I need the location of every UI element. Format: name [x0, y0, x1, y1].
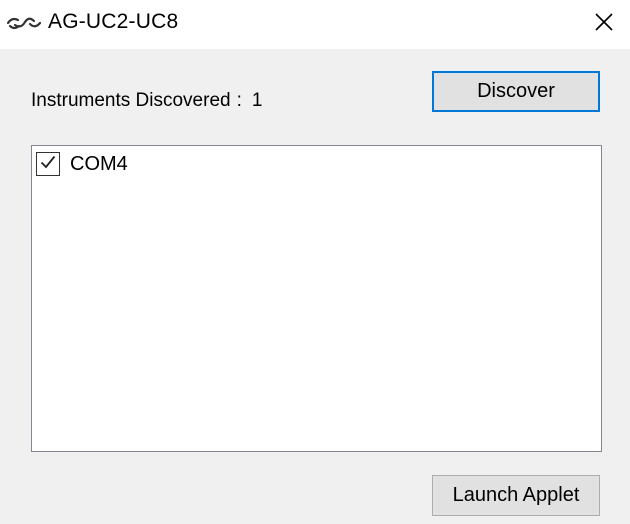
launch-applet-button[interactable]: Launch Applet	[432, 475, 600, 516]
close-icon	[594, 12, 614, 37]
label-separator: :	[236, 90, 242, 111]
instrument-checkbox[interactable]	[36, 152, 60, 176]
instrument-list[interactable]: COM4	[31, 145, 602, 452]
instrument-label: COM4	[70, 152, 128, 175]
list-item[interactable]: COM4	[36, 150, 128, 178]
title-bar[interactable]: AG-UC2-UC8	[0, 0, 630, 49]
instruments-discovered-label: Instruments Discovered	[31, 90, 231, 111]
link-chain-icon	[6, 14, 42, 32]
instruments-discovered-count: 1	[251, 90, 263, 111]
close-button[interactable]	[578, 0, 630, 49]
window-title: AG-UC2-UC8	[48, 10, 179, 33]
instruments-discovered-row: Instruments Discovered : 1	[31, 90, 262, 112]
app-window: AG-UC2-UC8 Instruments Discovered : 1 Di…	[0, 0, 630, 524]
checkmark-icon	[39, 153, 57, 176]
discover-button[interactable]: Discover	[432, 71, 600, 112]
